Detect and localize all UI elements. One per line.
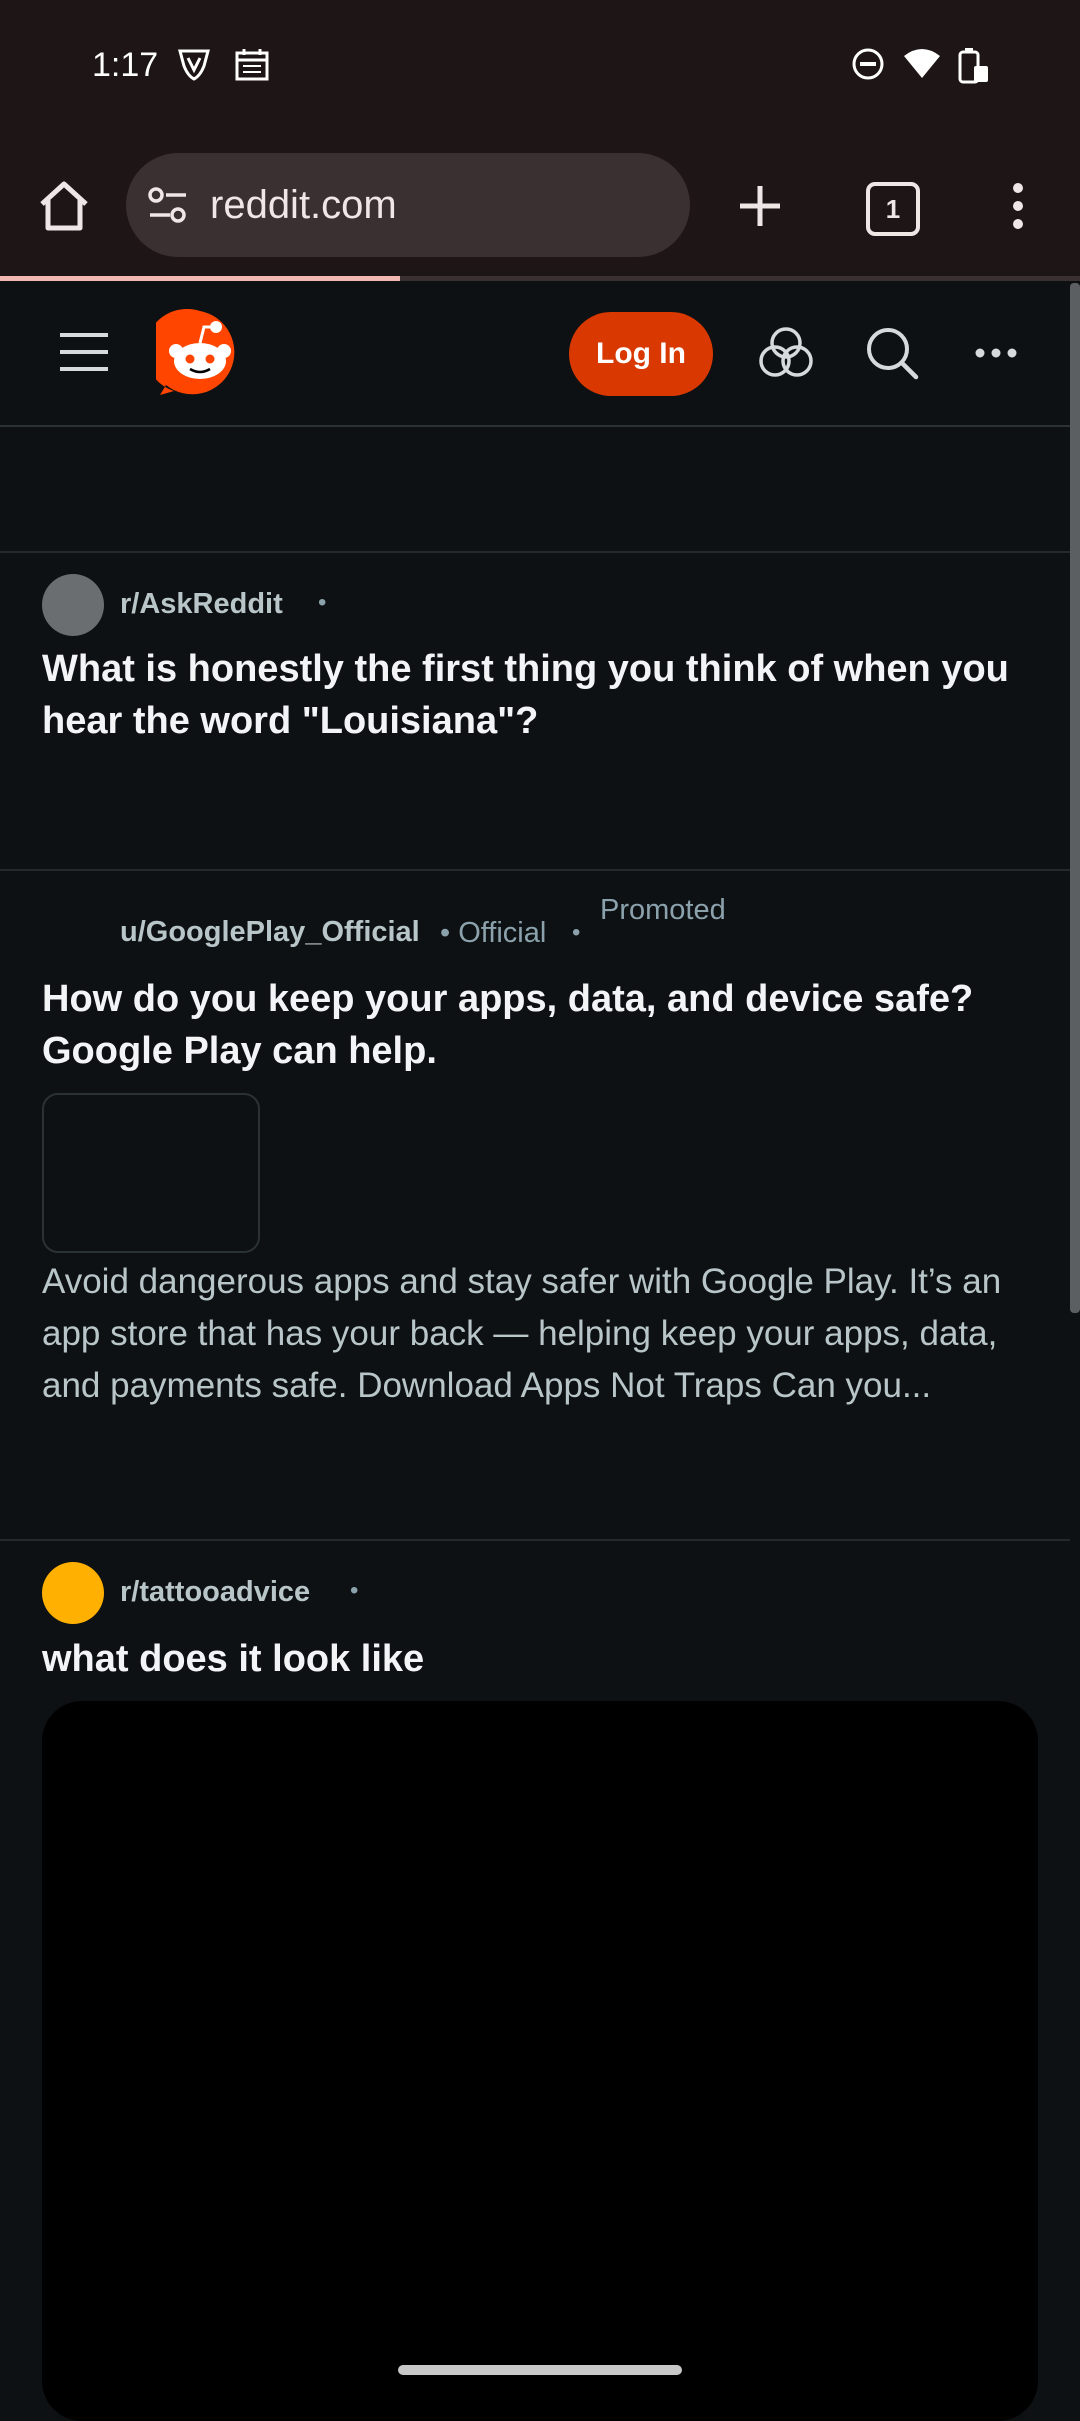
wifi-icon xyxy=(902,46,942,87)
community-avatar[interactable] xyxy=(42,574,104,636)
post-body[interactable]: Avoid dangerous apps and stay safer with… xyxy=(42,1256,1042,1412)
meta-separator: • xyxy=(350,1577,359,1604)
post-title[interactable]: What is honestly the first thing you thi… xyxy=(42,643,1042,747)
tab-switcher-button[interactable]: 1 xyxy=(866,182,920,236)
status-bar: 1:17 xyxy=(0,0,1080,140)
post-title[interactable]: How do you keep your apps, data, and dev… xyxy=(42,973,1042,1077)
tab-count: 1 xyxy=(885,193,901,224)
battery-icon xyxy=(954,46,990,91)
menu-icon[interactable] xyxy=(56,327,112,382)
ad-thumbnail[interactable] xyxy=(42,1093,260,1253)
calendar-icon xyxy=(234,46,270,87)
post-media[interactable] xyxy=(42,1701,1038,2421)
overflow-menu-icon[interactable] xyxy=(974,341,1018,370)
vpn-shield-icon xyxy=(176,46,212,87)
browser-toolbar: reddit.com 1 xyxy=(0,140,1080,276)
log-in-button[interactable]: Log In xyxy=(569,312,713,396)
search-icon[interactable] xyxy=(864,325,920,386)
home-icon[interactable] xyxy=(34,176,94,241)
author-name[interactable]: u/GooglePlay_Official xyxy=(120,916,420,949)
popular-icon[interactable] xyxy=(758,325,814,386)
reddit-header: Log In xyxy=(0,281,1070,427)
more-options-icon[interactable] xyxy=(1000,176,1036,241)
address-bar[interactable]: reddit.com xyxy=(126,153,690,257)
meta-separator: • xyxy=(572,919,581,946)
gesture-nav-bar[interactable] xyxy=(398,2365,682,2375)
url-text[interactable]: reddit.com xyxy=(210,183,397,228)
page-scrollbar[interactable] xyxy=(1070,283,1080,1313)
community-avatar[interactable] xyxy=(42,1562,104,1624)
promoted-label: Promoted xyxy=(600,894,726,926)
post-title[interactable]: what does it look like xyxy=(42,1633,1042,1685)
site-settings-icon[interactable] xyxy=(146,185,190,230)
status-time: 1:17 xyxy=(92,46,159,84)
do-not-disturb-icon xyxy=(850,46,886,87)
official-label: • Official xyxy=(440,917,547,949)
promoted-post[interactable]: u/GooglePlay_Official • Official • Promo… xyxy=(0,871,1070,1539)
feed-post[interactable]: r/AskReddit • What is honestly the first… xyxy=(0,553,1070,869)
reddit-logo-icon[interactable] xyxy=(144,308,244,402)
community-name[interactable]: r/tattooadvice xyxy=(120,1576,310,1609)
meta-separator: • xyxy=(318,589,327,616)
community-name[interactable]: r/AskReddit xyxy=(120,588,283,621)
new-tab-icon[interactable] xyxy=(730,176,790,241)
